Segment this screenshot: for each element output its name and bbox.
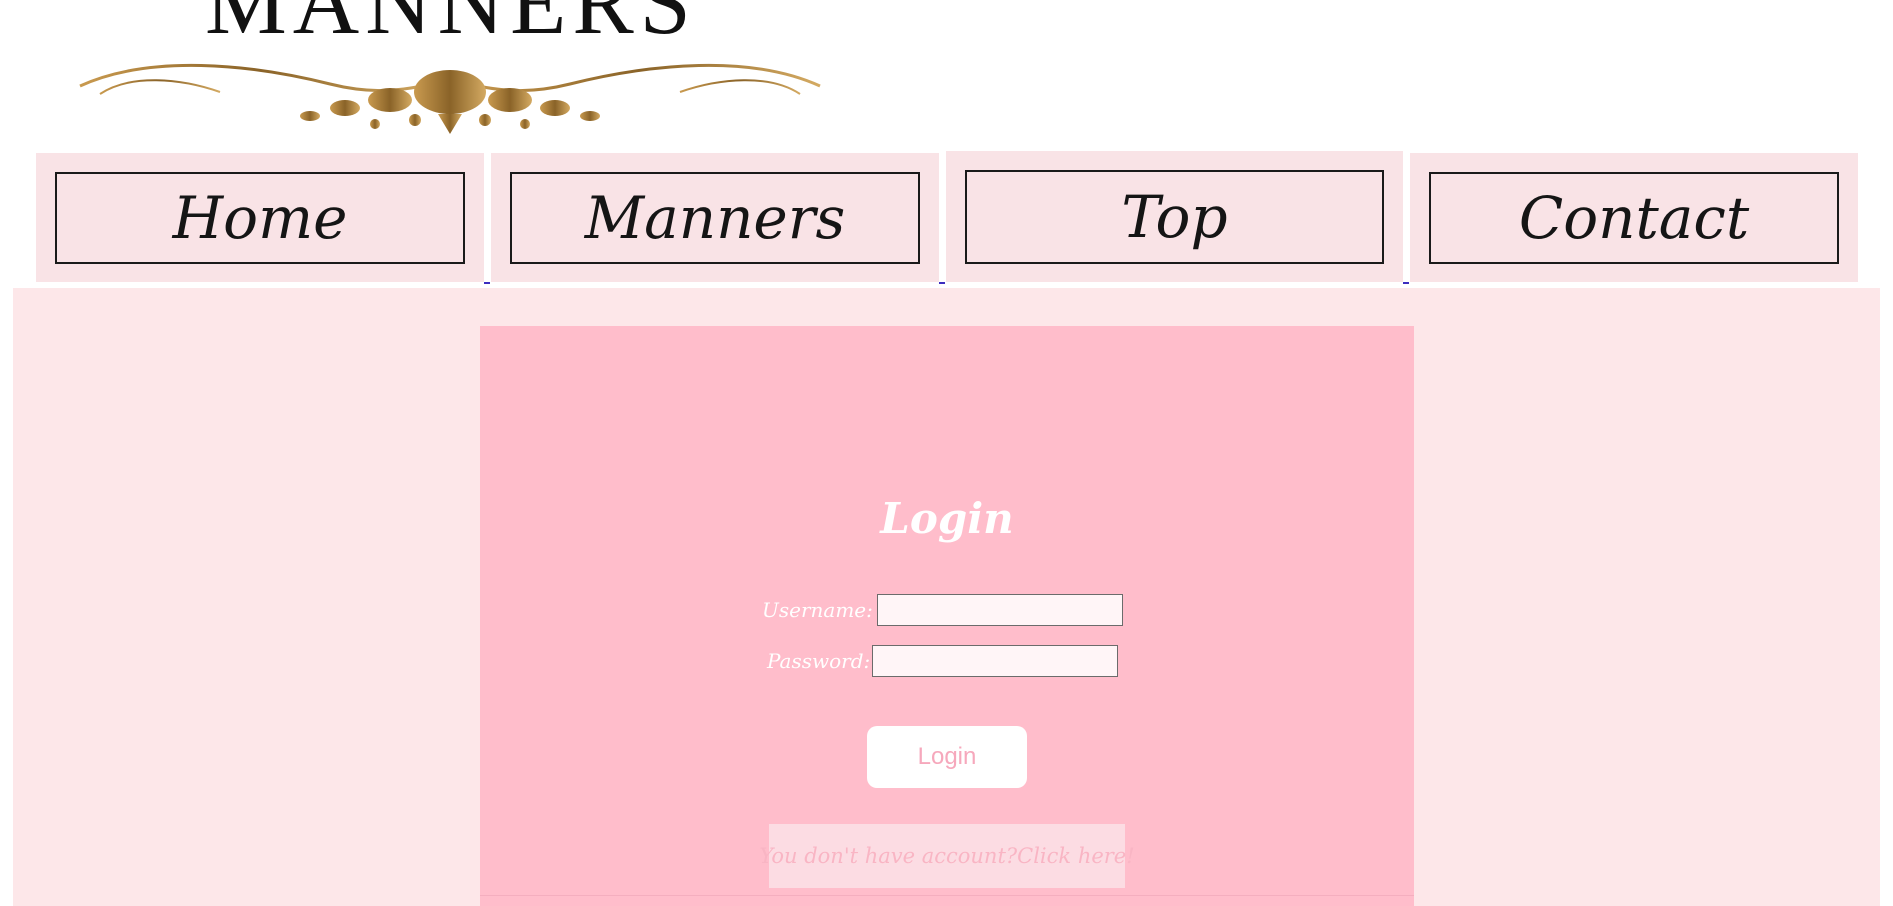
nav-link-marker (484, 282, 490, 284)
nav-link-marker (1403, 282, 1409, 284)
nav-contact-button[interactable]: Contact (1429, 172, 1839, 264)
nav-tile-contact: Contact (1410, 153, 1858, 282)
nav-link-marker (939, 282, 945, 284)
flourish-ornament-icon (79, 63, 821, 134)
nav-top-label: Top (1121, 183, 1228, 251)
nav-top-button[interactable]: Top (965, 170, 1384, 264)
username-label: Username: (762, 598, 873, 622)
nav-tile-manners: Manners (491, 153, 939, 282)
signup-link[interactable]: You don't have account?Click here! (759, 824, 1135, 888)
divider (480, 895, 1414, 896)
password-label: Password: (767, 649, 871, 673)
nav-tile-top: Top (946, 151, 1403, 282)
nav-manners-button[interactable]: Manners (510, 172, 920, 264)
page: MANNERS Home Manners Top Contact Login U… (0, 0, 1893, 906)
nav-home-button[interactable]: Home (55, 172, 465, 264)
login-button[interactable]: Login (867, 726, 1027, 788)
nav-tile-home: Home (36, 153, 484, 282)
username-input[interactable] (877, 594, 1123, 626)
login-panel: Login Username: Password: Login You don'… (480, 326, 1414, 906)
nav-home-label: Home (172, 184, 348, 252)
password-input[interactable] (872, 645, 1118, 677)
login-title: Login (880, 494, 1014, 543)
nav-manners-label: Manners (584, 184, 846, 252)
site-logo[interactable]: MANNERS (70, 0, 830, 150)
nav-contact-label: Contact (1518, 184, 1750, 252)
